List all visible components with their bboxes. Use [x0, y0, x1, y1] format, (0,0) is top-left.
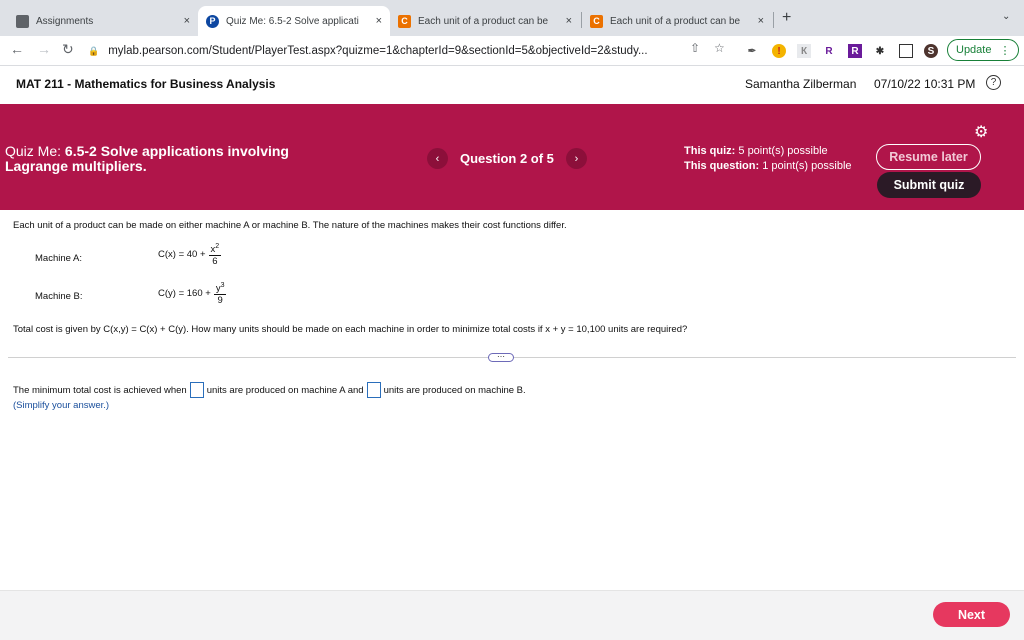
- update-label: Update: [956, 44, 992, 56]
- quiz-banner: Quiz Me: 6.5-2 Solve applications involv…: [0, 104, 1024, 210]
- exponent: 2: [215, 243, 220, 250]
- tab-assignments[interactable]: Assignments ×: [8, 6, 198, 36]
- page-icon: [16, 14, 29, 28]
- fraction: y3 9: [213, 280, 227, 307]
- machine-a-formula: C(x) = 40 + x2 6: [158, 241, 222, 268]
- expand-more-icon[interactable]: ⋯: [488, 353, 514, 362]
- reload-icon[interactable]: ↻: [62, 41, 74, 58]
- share-icon[interactable]: ⇧: [690, 41, 700, 55]
- app-header: MAT 211 - Mathematics for Business Analy…: [0, 67, 1024, 104]
- tab-title: Each unit of a product can be: [418, 15, 549, 27]
- fraction-denominator: 6: [212, 256, 218, 268]
- help-icon[interactable]: ?: [986, 75, 1001, 90]
- fraction: x2 6: [208, 241, 222, 268]
- machine-b-formula: C(y) = 160 + y3 9: [158, 280, 227, 307]
- answer-text-pre: The minimum total cost is achieved when: [13, 384, 187, 396]
- submit-quiz-button[interactable]: Submit quiz: [877, 172, 981, 198]
- machine-a-label: Machine A:: [35, 253, 82, 264]
- tab-title: Assignments: [36, 15, 94, 27]
- formula-lhs: C(y) = 160 +: [158, 288, 211, 300]
- r-box-extension-icon[interactable]: R: [848, 44, 862, 58]
- fraction-numerator: y3: [213, 280, 227, 296]
- resume-later-button[interactable]: Resume later: [876, 144, 981, 170]
- quiz-points-label: This quiz:: [684, 145, 736, 157]
- alert-extension-icon[interactable]: !: [772, 44, 786, 58]
- pen-extension-icon[interactable]: ✒: [745, 44, 759, 58]
- bookmark-star-icon[interactable]: ☆: [714, 41, 725, 55]
- next-question-icon[interactable]: ›: [565, 148, 587, 169]
- answer-text-post: units are produced on machine B.: [383, 384, 526, 396]
- reader-extension-icon[interactable]: К: [797, 44, 811, 58]
- fraction-denominator: 9: [217, 295, 223, 307]
- footer-bar: Next: [0, 590, 1024, 640]
- close-tab-icon[interactable]: ×: [376, 15, 382, 27]
- machine-b-label: Machine B:: [35, 291, 83, 302]
- points-info: This quiz: 5 point(s) possible This ques…: [684, 144, 852, 174]
- machine-b-units-input[interactable]: [366, 382, 381, 398]
- previous-question-icon[interactable]: ‹: [427, 148, 448, 169]
- question-area: Each unit of a product can be made on ei…: [0, 210, 1024, 590]
- tab-chegg-2[interactable]: C Each unit of a product can be ×: [582, 6, 772, 36]
- tab-search-chevron-icon[interactable]: ⌄: [1002, 11, 1010, 22]
- quiz-points: 5 point(s) possible: [738, 145, 828, 157]
- kebab-menu-icon: ⋮: [999, 44, 1011, 57]
- chegg-icon: C: [398, 14, 411, 28]
- puzzle-extensions-icon[interactable]: ✱: [873, 44, 887, 58]
- question-prompt: Total cost is given by C(x,y) = C(x) + C…: [13, 324, 688, 335]
- back-arrow-icon[interactable]: ←: [10, 41, 24, 57]
- url-text: mylab.pearson.com/Student/PlayerTest.asp…: [108, 45, 648, 57]
- answer-line: The minimum total cost is achieved when …: [13, 382, 526, 398]
- pearson-icon: P: [206, 14, 219, 28]
- fraction-numerator: x2: [208, 241, 222, 257]
- update-button[interactable]: Update ⋮: [947, 39, 1020, 61]
- tab-title: Each unit of a product can be: [610, 15, 741, 27]
- date-time: 07/10/22 10:31 PM: [874, 77, 976, 91]
- question-points: 1 point(s) possible: [762, 160, 852, 172]
- quiz-title: Quiz Me: 6.5-2 Solve applications involv…: [5, 144, 335, 174]
- course-title: MAT 211 - Mathematics for Business Analy…: [16, 77, 276, 91]
- machine-a-units-input[interactable]: [189, 382, 204, 398]
- answer-text-mid: units are produced on machine A and: [206, 384, 364, 396]
- browser-tab-strip: Assignments × P Quiz Me: 6.5-2 Solve app…: [0, 0, 1024, 36]
- tab-separator: [773, 12, 774, 28]
- chegg-icon: C: [590, 14, 603, 28]
- close-tab-icon[interactable]: ×: [758, 15, 764, 27]
- tab-chegg-1[interactable]: C Each unit of a product can be ×: [390, 6, 580, 36]
- question-intro: Each unit of a product can be made on ei…: [13, 220, 567, 231]
- close-tab-icon[interactable]: ×: [184, 15, 190, 27]
- question-points-label: This question:: [684, 160, 760, 172]
- tab-quiz[interactable]: P Quiz Me: 6.5-2 Solve applicati ×: [198, 6, 390, 36]
- new-tab-button[interactable]: +: [782, 9, 791, 27]
- question-navigator: ‹ Question 2 of 5 ›: [427, 148, 587, 169]
- sidepanel-icon[interactable]: [899, 44, 913, 58]
- lock-icon: 🔒: [88, 45, 100, 56]
- address-bar[interactable]: 🔒 mylab.pearson.com/Student/PlayerTest.a…: [88, 39, 740, 63]
- next-button[interactable]: Next: [933, 602, 1010, 627]
- browser-toolbar: ← → ↻ 🔒 mylab.pearson.com/Student/Player…: [0, 36, 1024, 66]
- forward-arrow-icon[interactable]: →: [37, 41, 51, 57]
- formula-lhs: C(x) = 40 +: [158, 249, 206, 261]
- profile-avatar[interactable]: S: [924, 44, 938, 58]
- user-name: Samantha Zilberman: [745, 77, 857, 91]
- simplify-hint: (Simplify your answer.): [13, 400, 110, 411]
- quiz-prefix: Quiz Me:: [5, 143, 62, 159]
- exponent: 3: [220, 282, 225, 289]
- settings-gear-icon[interactable]: ⚙: [974, 122, 988, 142]
- question-counter[interactable]: Question 2 of 5: [460, 151, 554, 166]
- close-tab-icon[interactable]: ×: [566, 15, 572, 27]
- r-extension-icon[interactable]: R: [822, 44, 836, 58]
- tab-title: Quiz Me: 6.5-2 Solve applicati: [226, 15, 359, 27]
